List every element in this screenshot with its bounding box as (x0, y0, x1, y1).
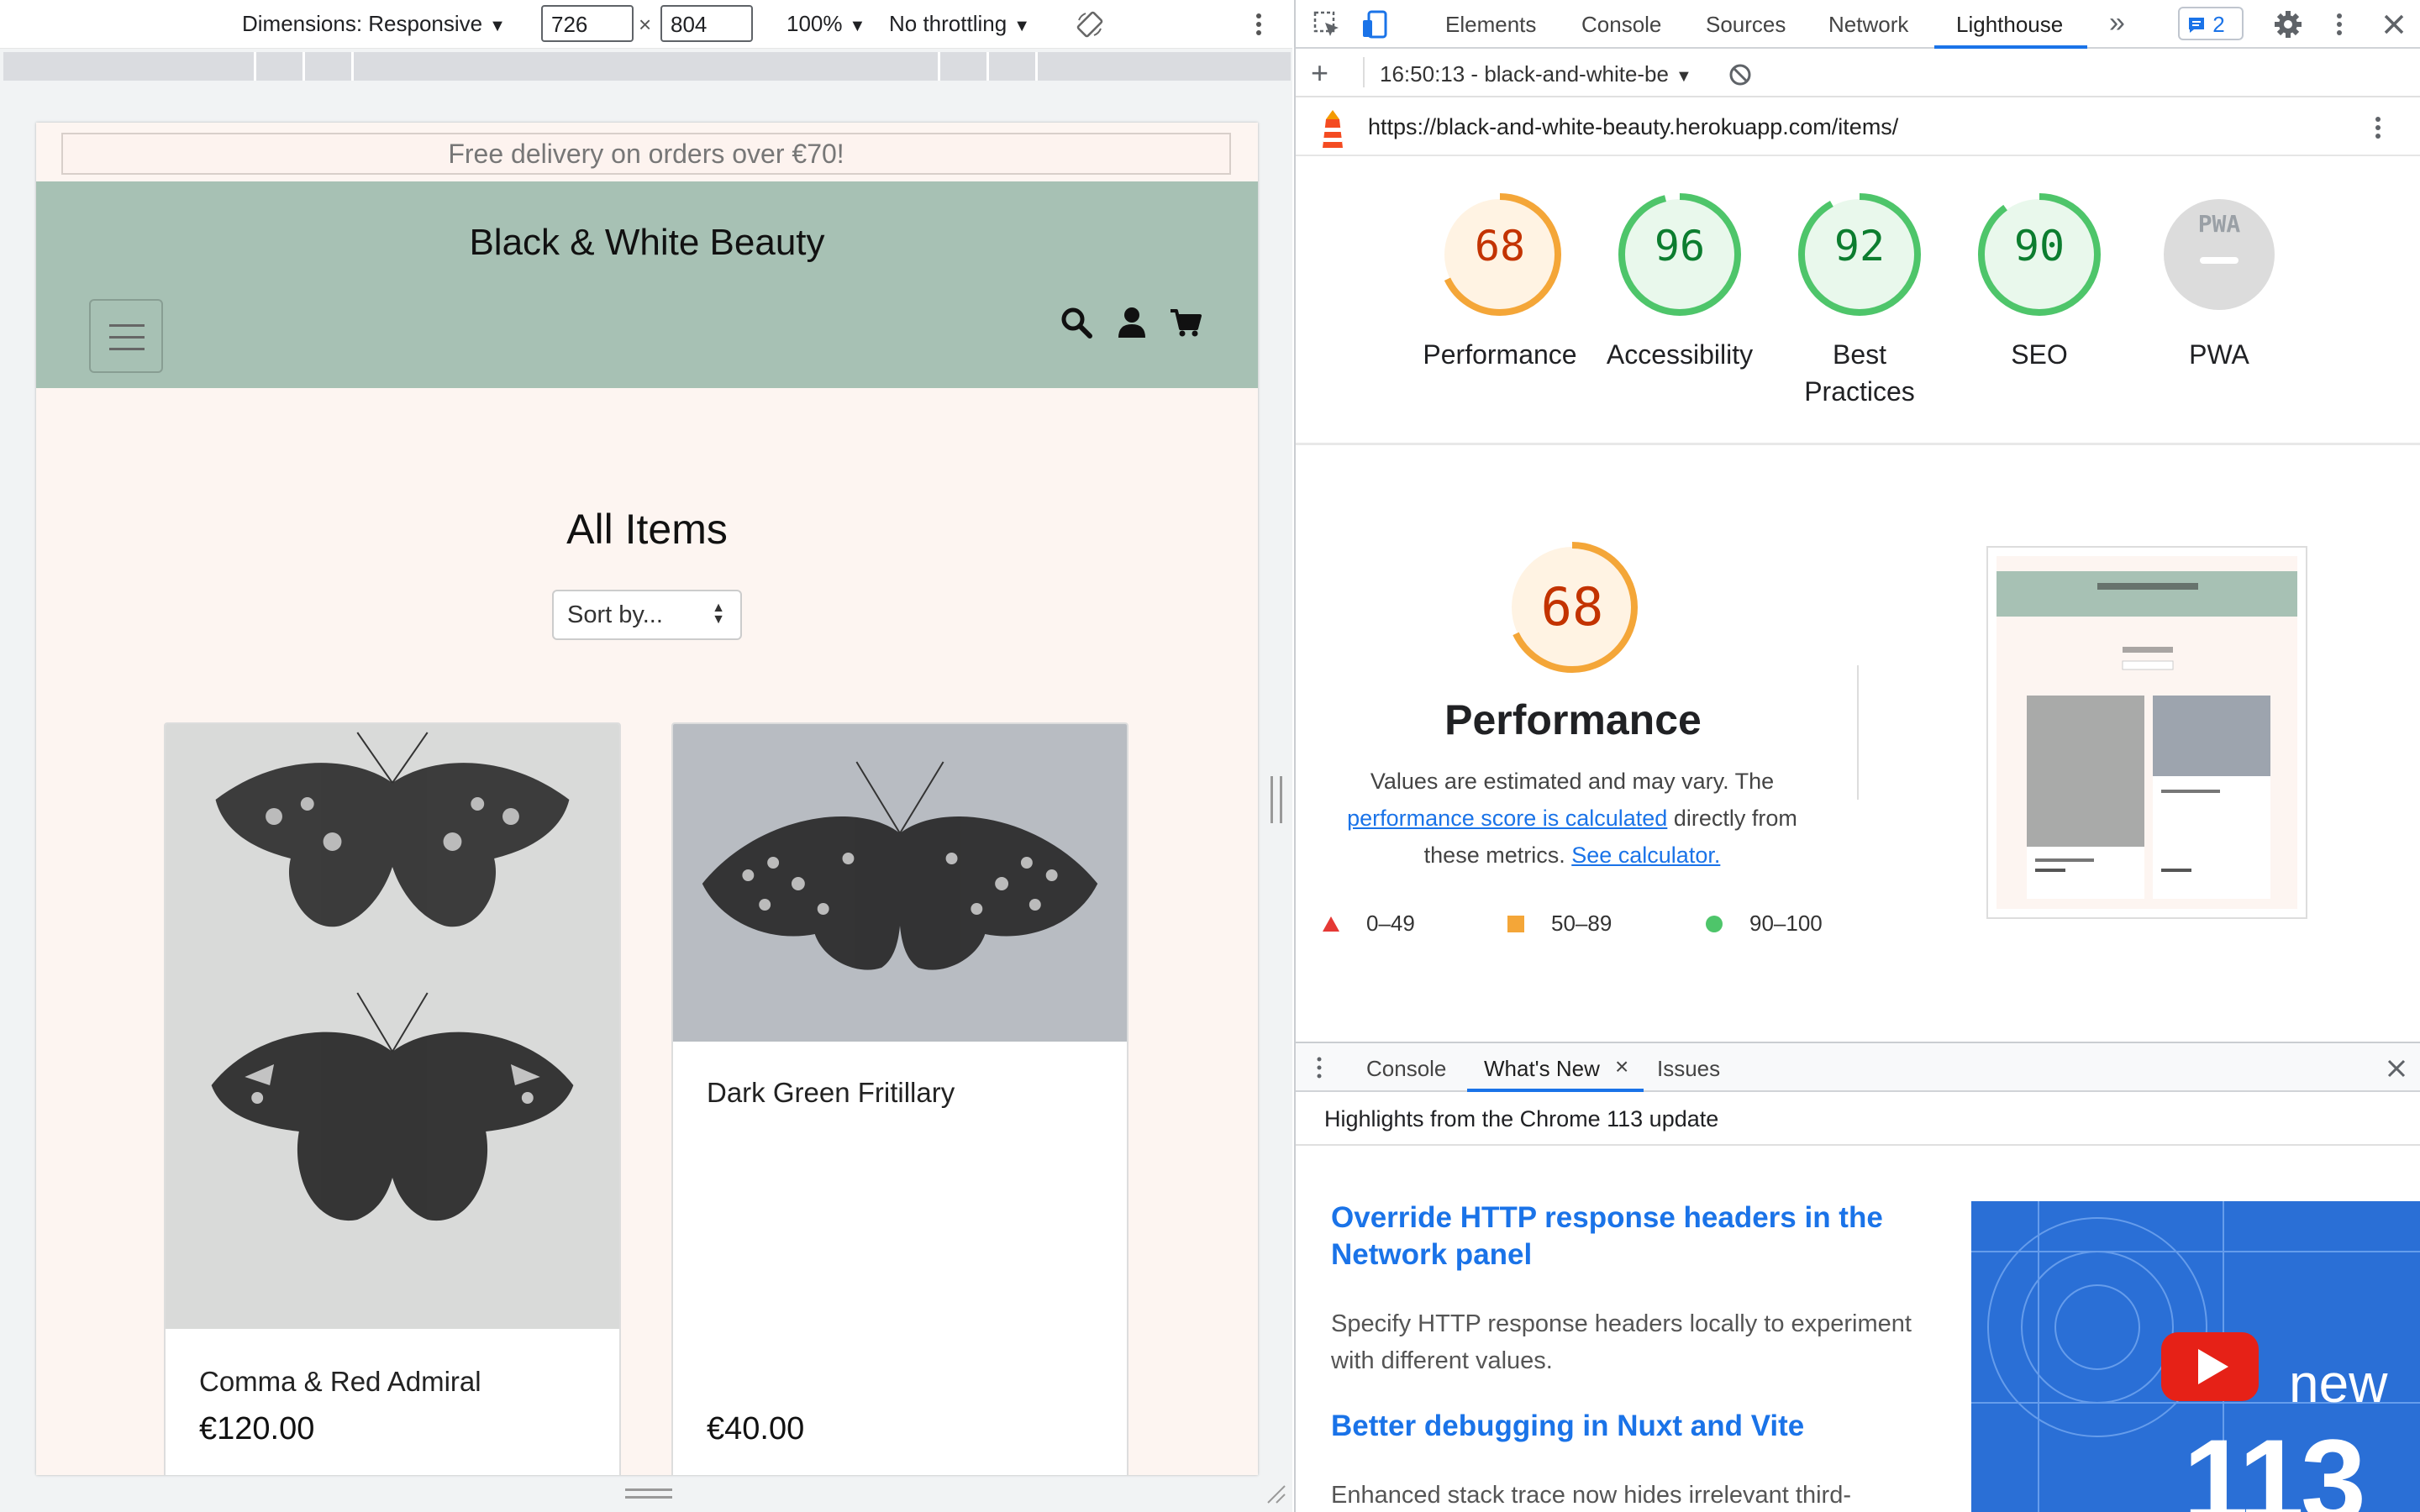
score-label: Best Practices (1804, 339, 1915, 407)
tab-console[interactable]: Console (1581, 12, 1661, 38)
zoom-dropdown[interactable]: 100% ▼ (786, 11, 865, 37)
dimensions-dropdown[interactable]: Dimensions: Responsive ▼ (242, 11, 506, 37)
tab-sources[interactable]: Sources (1706, 12, 1786, 38)
score-value: 68 (1474, 222, 1526, 270)
section-divider (1296, 443, 2420, 445)
product-card[interactable]: Dark Green Fritillary €40.00 (671, 722, 1128, 1475)
whats-new-item-desc: Enhanced stack trace now hides irrelevan… (1331, 1482, 1851, 1509)
search-icon[interactable] (1060, 306, 1093, 339)
product-name[interactable]: Comma & Red Admiral (199, 1366, 481, 1398)
close-drawer-icon[interactable] (2386, 1058, 2407, 1079)
tab-lighthouse[interactable]: Lighthouse (1956, 12, 2063, 38)
thumbnail-image (1996, 556, 2297, 909)
width-input[interactable]: 726 (541, 5, 634, 42)
lighthouse-logo-icon (1323, 110, 1343, 148)
resize-corner-icon[interactable] (1265, 1483, 1286, 1504)
vertical-divider (1857, 665, 1859, 800)
drawer-active-indicator (1467, 1089, 1644, 1092)
product-card[interactable]: Comma & Red Admiral €120.00 (164, 722, 621, 1475)
legend-pass-range: 90–100 (1749, 911, 1823, 936)
legend-fail-range: 0–49 (1366, 911, 1415, 936)
promo-text: new (2289, 1353, 2388, 1414)
pass-circle-icon (1706, 916, 1723, 932)
devtools-tabbar: Elements Console Sources Network Lightho… (1296, 0, 2420, 49)
brand-title[interactable]: Black & White Beauty (36, 222, 1258, 264)
more-options-icon[interactable] (1250, 10, 1267, 39)
whats-new-video-thumbnail[interactable]: new 113 (1971, 1201, 2420, 1512)
report-selector[interactable]: 16:50:13 - black-and-white-be ▼ (1380, 61, 1692, 87)
issues-badge[interactable]: 2 (2178, 7, 2244, 40)
site-header: Black & White Beauty (36, 181, 1258, 388)
score-legend: 0–49 50–89 90–100 (1321, 909, 1842, 939)
performance-score-large: 68 (1540, 576, 1604, 638)
resize-handle-bottom[interactable] (625, 1488, 672, 1499)
device-emulation-pane: Dimensions: Responsive ▼ 726 × 804 100% ▼ … (0, 0, 1292, 1512)
active-tab-indicator (1934, 45, 2087, 49)
sort-arrows-icon: ▲ ▼ (712, 601, 725, 627)
customize-menu-icon[interactable] (2331, 10, 2348, 39)
whats-new-highlights: Highlights from the Chrome 113 update (1296, 1094, 2420, 1146)
emulated-viewport: Free delivery on orders over €70! Black … (36, 123, 1258, 1475)
average-square-icon (1507, 916, 1524, 932)
lighthouse-report-bar: + 16:50:13 - black-and-white-be ▼ (1296, 50, 2420, 97)
report-menu-icon[interactable] (2370, 113, 2386, 142)
height-input[interactable]: 804 (660, 5, 753, 42)
cart-icon[interactable] (1169, 306, 1202, 339)
inspect-element-icon[interactable] (1313, 10, 1341, 39)
device-toolbar-icon[interactable] (1361, 10, 1390, 39)
delivery-banner: Free delivery on orders over €70! (61, 133, 1231, 175)
rotate-icon[interactable] (1076, 10, 1104, 39)
product-price: €40.00 (707, 1411, 805, 1446)
close-tab-icon[interactable]: × (1615, 1053, 1628, 1080)
score-label: PWA (2189, 339, 2249, 370)
new-report-icon[interactable]: + (1311, 55, 1328, 91)
score-value: 96 (1654, 222, 1706, 270)
clear-reports-icon[interactable] (1728, 62, 1753, 87)
page-title: All Items (566, 506, 728, 553)
performance-heading: Performance (1444, 696, 1702, 743)
more-tabs-icon[interactable]: » (2109, 7, 2125, 39)
bottom-drawer: Console What's New × Issues Highlights f… (1296, 1042, 2420, 1512)
tab-elements[interactable]: Elements (1445, 12, 1536, 38)
close-devtools-icon[interactable] (2380, 10, 2408, 39)
drawer-tab-whats-new[interactable]: What's New (1484, 1056, 1600, 1082)
report-url-bar: https://black-and-white-beauty.herokuapp… (1296, 99, 2420, 156)
whats-new-item-desc: Specify HTTP response headers locally to… (1331, 1310, 1912, 1374)
drawer-tab-console[interactable]: Console (1366, 1056, 1446, 1082)
drawer-menu-icon[interactable] (1314, 1055, 1324, 1080)
report-url[interactable]: https://black-and-white-beauty.herokuapp… (1368, 114, 1898, 140)
product-image[interactable] (673, 724, 1127, 1042)
issues-icon (2189, 18, 2204, 33)
score-label: Accessibility (1606, 339, 1754, 370)
drawer-tab-issues[interactable]: Issues (1657, 1056, 1720, 1082)
legend-average-range: 50–89 (1551, 911, 1612, 936)
times-symbol: × (639, 12, 652, 37)
page-screenshot-thumbnail[interactable] (1986, 546, 2307, 919)
settings-gear-icon[interactable] (2274, 10, 2302, 39)
score-value: 92 (1833, 222, 1886, 270)
device-toolbar: Dimensions: Responsive ▼ 726 × 804 100% ▼ … (0, 0, 1292, 49)
menu-toggle-button[interactable] (89, 299, 163, 373)
sort-select[interactable]: Sort by... ▲ ▼ (552, 590, 742, 640)
account-icon[interactable] (1115, 306, 1149, 339)
performance-description: Values are estimated and may vary. The p… (1347, 769, 1797, 868)
score-value: PWA (2197, 210, 2241, 238)
score-calculated-link[interactable]: performance score is calculated (1347, 806, 1667, 831)
product-image[interactable] (166, 724, 619, 1329)
product-price: €120.00 (199, 1411, 315, 1446)
product-name[interactable]: Dark Green Fritillary (707, 1077, 955, 1109)
devtools-pane: Elements Console Sources Network Lightho… (1294, 0, 2420, 1512)
tab-network[interactable]: Network (1828, 12, 1908, 38)
fail-triangle-icon (1323, 916, 1339, 932)
promo-version: 113 (2183, 1415, 2366, 1512)
whats-new-item-title[interactable]: Override HTTP response headers in the Ne… (1331, 1200, 1919, 1273)
resize-handle-right[interactable] (1270, 776, 1282, 823)
score-value: 90 (2013, 222, 2065, 270)
whats-new-item-title[interactable]: Better debugging in Nuxt and Vite (1331, 1408, 1919, 1445)
see-calculator-link[interactable]: See calculator. (1571, 843, 1720, 868)
throttling-dropdown[interactable]: No throttling ▼ (889, 11, 1030, 37)
drawer-tabbar: Console What's New × Issues (1296, 1043, 2420, 1092)
media-query-ruler[interactable] (3, 52, 1291, 81)
pwa-dash (2200, 257, 2238, 264)
